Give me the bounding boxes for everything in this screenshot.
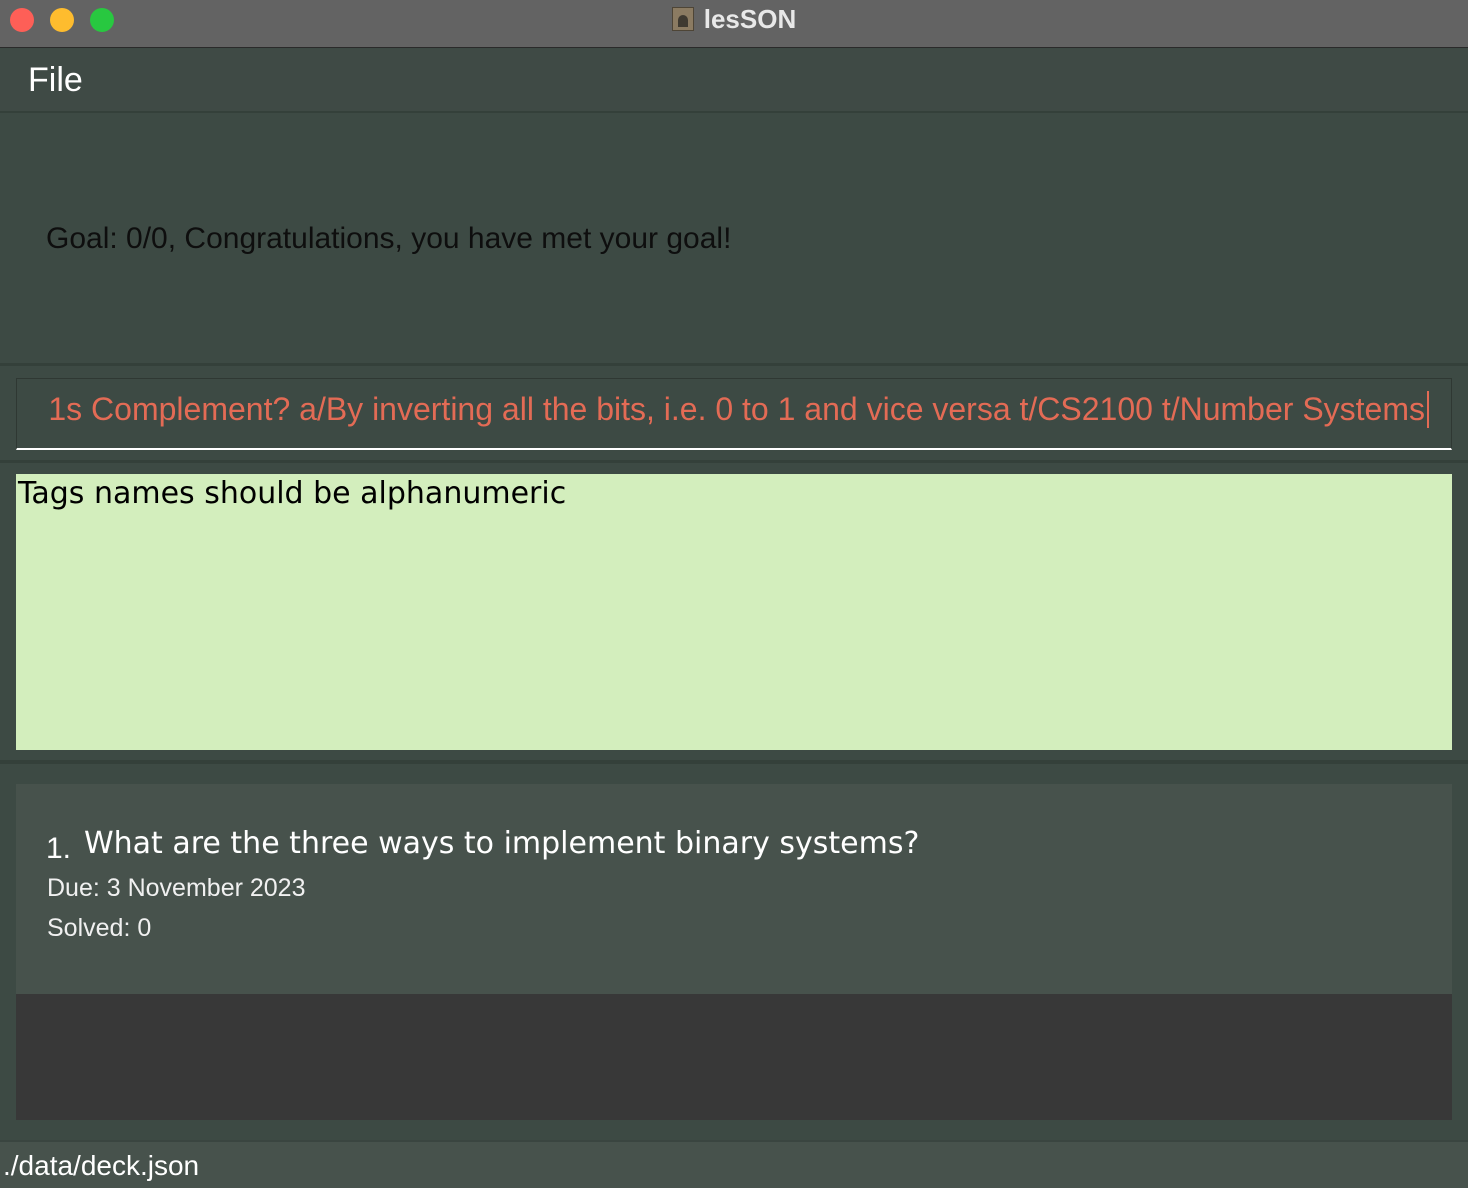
app-person-icon — [671, 7, 694, 31]
card-index: 1. — [46, 832, 72, 865]
card-due-date: Due: 3 November 2023 — [47, 874, 306, 902]
window-title-group: lesSON — [0, 0, 1468, 38]
divider — [0, 460, 1468, 463]
goal-status-text: Goal: 0/0, Congratulations, you have met… — [46, 222, 732, 255]
command-box[interactable]: 1s Complement? a/By inverting all the bi… — [16, 378, 1452, 450]
title-bar: lesSON — [0, 0, 1468, 48]
command-input[interactable]: 1s Complement? a/By inverting all the bi… — [48, 391, 1429, 428]
result-display: Tags names should be alphanumeric — [16, 474, 1452, 750]
goal-panel: Goal: 0/0, Congratulations, you have met… — [0, 114, 1468, 366]
status-bar: ./data/deck.json — [0, 1140, 1468, 1188]
menu-bar: File — [0, 49, 1468, 113]
result-message: Tags names should be alphanumeric — [18, 476, 567, 511]
divider — [0, 760, 1468, 764]
card-list[interactable]: 1. What are the three ways to implement … — [16, 784, 1452, 1120]
card-question: What are the three ways to implement bin… — [84, 826, 920, 861]
card-solved-count: Solved: 0 — [47, 914, 152, 942]
save-file-path: ./data/deck.json — [3, 1150, 200, 1181]
menu-file[interactable]: File — [28, 61, 83, 100]
card-list-item[interactable]: 1. What are the three ways to implement … — [16, 784, 1452, 994]
window-title: lesSON — [703, 3, 797, 34]
